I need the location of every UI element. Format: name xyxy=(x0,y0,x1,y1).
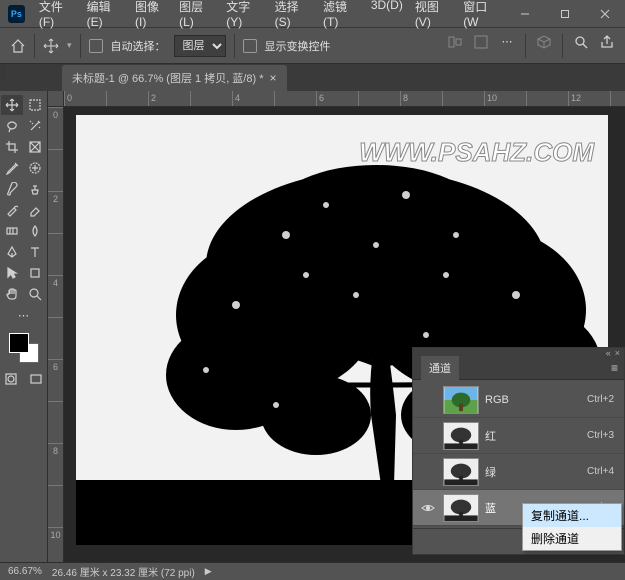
divider xyxy=(562,34,563,58)
channel-thumbnail xyxy=(443,458,479,486)
clone-stamp-tool[interactable] xyxy=(24,179,46,199)
document-tab-row: 未标题-1 @ 66.7% (图层 1 拷贝, 蓝/8) * × xyxy=(0,64,625,91)
share-icon[interactable] xyxy=(599,34,615,50)
menu-item[interactable]: 文件(F) xyxy=(33,0,81,33)
divider xyxy=(34,34,35,58)
text-tool[interactable] xyxy=(24,242,46,262)
eyedropper-tool[interactable] xyxy=(1,158,23,178)
quick-mask-tool[interactable] xyxy=(0,369,22,389)
canvas-area: 02468101214161820222426 0246810 xyxy=(48,91,625,562)
more-options-icon[interactable]: ⋯ xyxy=(499,34,515,50)
foreground-color-swatch[interactable] xyxy=(9,333,29,353)
gradient-tool[interactable] xyxy=(1,221,23,241)
auto-select-label: 自动选择： xyxy=(111,38,166,54)
spot-heal-tool[interactable] xyxy=(24,158,46,178)
zoom-tool[interactable] xyxy=(24,284,46,304)
watermark-text: WWW.PSAHZ.COM xyxy=(359,137,594,168)
channel-shortcut: Ctrl+2 xyxy=(587,394,614,405)
auto-select-target[interactable]: 图层 xyxy=(174,35,226,57)
zoom-level[interactable]: 66.67% xyxy=(8,566,42,577)
blur-tool[interactable] xyxy=(24,221,46,241)
show-transform-checkbox[interactable] xyxy=(243,39,257,53)
menu-item[interactable]: 编辑(E) xyxy=(81,0,129,33)
color-swatches[interactable] xyxy=(0,333,47,363)
visibility-toggle[interactable] xyxy=(419,501,437,515)
crop-tool[interactable] xyxy=(1,137,23,157)
titlebar: Ps 文件(F)编辑(E)图像(I)图层(L)文字(Y)选择(S)滤镜(T)3D… xyxy=(0,0,625,27)
pen-tool[interactable] xyxy=(1,242,23,262)
auto-select-checkbox[interactable] xyxy=(89,39,103,53)
document-tab[interactable]: 未标题-1 @ 66.7% (图层 1 拷贝, 蓝/8) * × xyxy=(62,65,287,91)
menubar: 文件(F)编辑(E)图像(I)图层(L)文字(Y)选择(S)滤镜(T)3D(D)… xyxy=(33,0,505,33)
vertical-ruler: 0246810 xyxy=(48,107,64,562)
home-icon[interactable] xyxy=(10,38,26,54)
menu-item[interactable]: 选择(S) xyxy=(269,0,317,33)
context-menu-item[interactable]: 删除通道 xyxy=(523,527,621,550)
channel-thumbnail xyxy=(443,422,479,450)
window-controls xyxy=(505,0,625,27)
document-dimensions: 26.46 厘米 x 23.32 厘米 (72 ppi) xyxy=(52,564,195,579)
status-bar: 66.67% 26.46 厘米 x 23.32 厘米 (72 ppi) ▶ xyxy=(0,562,625,580)
channel-row[interactable]: RGBCtrl+2 xyxy=(413,382,624,418)
align-icon[interactable] xyxy=(447,34,463,50)
menu-item[interactable]: 图层(L) xyxy=(173,0,220,33)
edit-toolbar[interactable]: ⋯ xyxy=(18,305,29,325)
menu-item[interactable]: 视图(V) xyxy=(409,0,457,33)
align-icon[interactable] xyxy=(473,34,489,50)
channel-label: 红 xyxy=(485,428,587,444)
maximize-button[interactable] xyxy=(545,0,585,27)
close-tab-icon[interactable]: × xyxy=(269,71,276,85)
channel-label: RGB xyxy=(485,394,587,406)
divider xyxy=(234,34,235,58)
path-select-tool[interactable] xyxy=(1,263,23,283)
channel-shortcut: Ctrl+4 xyxy=(587,466,614,477)
shape-tool[interactable] xyxy=(24,263,46,283)
divider xyxy=(80,34,81,58)
document-tab-title: 未标题-1 @ 66.7% (图层 1 拷贝, 蓝/8) * xyxy=(72,70,263,86)
brush-tool[interactable] xyxy=(1,179,23,199)
show-transform-label: 显示变换控件 xyxy=(265,38,331,54)
channel-label: 绿 xyxy=(485,464,587,480)
channel-thumbnail xyxy=(443,494,479,522)
move-tool[interactable] xyxy=(1,95,23,115)
frame-tool[interactable] xyxy=(24,137,46,157)
context-menu-item[interactable]: 复制通道... xyxy=(523,504,621,527)
channel-row[interactable]: 红Ctrl+3 xyxy=(413,418,624,454)
menu-item[interactable]: 文字(Y) xyxy=(220,0,268,33)
history-brush-tool[interactable] xyxy=(1,200,23,220)
lasso-tool[interactable] xyxy=(1,116,23,136)
minimize-button[interactable] xyxy=(505,0,545,27)
close-window-button[interactable] xyxy=(585,0,625,27)
panel-menu-icon[interactable]: ≡ xyxy=(611,361,618,375)
app-logo: Ps xyxy=(8,5,25,23)
magic-wand-tool[interactable] xyxy=(24,116,46,136)
move-tool-icon[interactable] xyxy=(43,38,59,54)
eraser-tool[interactable] xyxy=(24,200,46,220)
channel-thumbnail xyxy=(443,386,479,414)
channel-shortcut: Ctrl+3 xyxy=(587,430,614,441)
toolbox: ⋯ xyxy=(0,91,48,562)
screen-mode-tool[interactable] xyxy=(26,369,48,389)
collapsed-dock-handle[interactable] xyxy=(0,65,6,79)
channels-tab[interactable]: 通道 xyxy=(421,356,459,380)
3d-mode-icon[interactable] xyxy=(536,34,552,50)
menu-item[interactable]: 窗口(W xyxy=(457,0,505,33)
menu-item[interactable]: 滤镜(T) xyxy=(317,0,365,33)
hand-tool[interactable] xyxy=(1,284,23,304)
channel-context-menu: 复制通道...删除通道 xyxy=(522,503,622,551)
divider xyxy=(525,34,526,58)
marquee-tool[interactable] xyxy=(24,95,46,115)
channel-row[interactable]: 绿Ctrl+4 xyxy=(413,454,624,490)
menu-item[interactable]: 图像(I) xyxy=(129,0,173,33)
ruler-corner xyxy=(48,91,64,107)
search-icon[interactable] xyxy=(573,34,589,50)
horizontal-ruler: 02468101214161820222426 xyxy=(64,91,625,107)
menu-item[interactable]: 3D(D) xyxy=(365,0,409,33)
status-flyout-icon[interactable]: ▶ xyxy=(205,566,212,577)
